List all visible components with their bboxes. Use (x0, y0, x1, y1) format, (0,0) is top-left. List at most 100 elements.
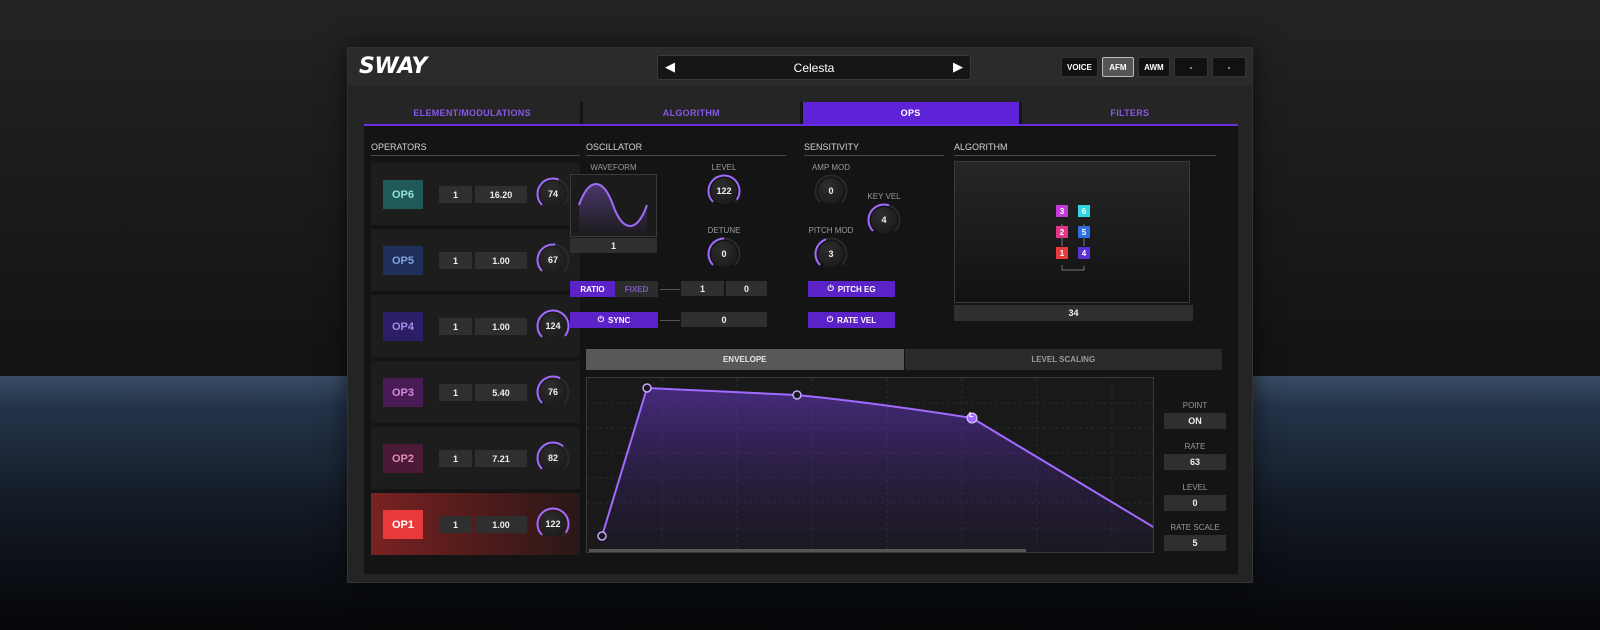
pitch-mod-knob[interactable]: 3 (814, 237, 848, 271)
algorithm-op2-box: 2 (1056, 226, 1068, 238)
tab-level-scaling[interactable]: LEVEL SCALING (904, 349, 1222, 370)
operator-badge[interactable]: OP5 (383, 246, 423, 275)
operator-level-value: 67 (540, 247, 566, 273)
operator-fine[interactable]: 16.20 (475, 186, 527, 203)
detune-knob[interactable]: 0 (707, 237, 741, 271)
operator-level-knob[interactable]: 82 (536, 441, 570, 475)
operator-list: OP6 1 16.20 74 OP5 1 1.00 67 OP4 1 1.00 (371, 163, 580, 559)
operator-coarse[interactable]: 1 (439, 516, 472, 533)
operator-badge[interactable]: OP6 (383, 180, 423, 209)
preset-name[interactable]: Celesta (658, 61, 970, 75)
waveform-value[interactable]: 1 (570, 238, 657, 253)
rate-vel-label: RATE VEL (837, 315, 877, 325)
rate-scale-value[interactable]: 5 (1164, 535, 1226, 551)
level-label: LEVEL (711, 163, 737, 172)
sync-value[interactable]: 0 (681, 312, 767, 327)
key-vel-value: 4 (871, 207, 897, 233)
detune-label: DETUNE (707, 226, 741, 235)
preset-selector[interactable]: ◀ Celesta ▶ (657, 55, 971, 80)
algorithm-connections (1061, 224, 1085, 271)
waveform-display[interactable] (570, 174, 657, 237)
operator-level-knob[interactable]: 124 (536, 309, 570, 343)
operator-coarse[interactable]: 1 (439, 450, 472, 467)
mode-button-voice[interactable]: VOICE (1061, 57, 1098, 77)
tab-ops[interactable]: OPS (802, 102, 1019, 124)
operator-level-knob[interactable]: 76 (536, 375, 570, 409)
operator-coarse[interactable]: 1 (439, 252, 472, 269)
operator-badge[interactable]: OP1 (383, 510, 423, 539)
operator-level-knob[interactable]: 122 (536, 507, 570, 541)
point-value[interactable]: ON (1164, 413, 1226, 429)
env-level-value[interactable]: 0 (1164, 495, 1226, 511)
level-knob[interactable]: 122 (707, 174, 741, 208)
operator-row-op1[interactable]: OP1 1 1.00 122 (371, 493, 580, 555)
power-icon: ⏻ (826, 315, 834, 324)
operator-level-knob[interactable]: 67 (536, 243, 570, 277)
operator-fine[interactable]: 1.00 (475, 252, 527, 269)
waveform-label: WAVEFORM (590, 163, 637, 172)
envelope-tabs: ENVELOPE LEVEL SCALING (586, 349, 1222, 370)
operator-fine[interactable]: 7.21 (475, 450, 527, 467)
app-logo: SWAY (359, 54, 427, 79)
plugin-window: SWAY ◀ Celesta ▶ VOICE AFM AWM - - ELEME… (347, 47, 1253, 583)
operator-row-op6[interactable]: OP6 1 16.20 74 (371, 163, 580, 225)
fixed-button[interactable]: FIXED (615, 281, 658, 297)
tab-filters[interactable]: FILTERS (1021, 102, 1238, 124)
detune-value: 0 (711, 241, 737, 267)
operator-coarse[interactable]: 1 (439, 384, 472, 401)
operator-row-op2[interactable]: OP2 1 7.21 82 (371, 427, 580, 489)
operator-badge[interactable]: OP2 (383, 444, 423, 473)
power-icon: ⏻ (597, 315, 605, 324)
ratio-coarse-value[interactable]: 1 (681, 281, 724, 296)
rate-scale-control: RATE SCALE 5 (1164, 523, 1226, 551)
sync-label: SYNC (608, 315, 631, 325)
operator-fine[interactable]: 5.40 (475, 384, 527, 401)
mode-button-slot-4[interactable]: - (1173, 57, 1208, 77)
key-vel-knob[interactable]: 4 (867, 203, 901, 237)
operator-level-value: 74 (540, 181, 566, 207)
main-panel: ELEMENT/MODULATIONS ALGORITHM OPS FILTER… (364, 102, 1238, 574)
envelope-graph[interactable]: L (586, 377, 1154, 553)
operator-coarse[interactable]: 1 (439, 186, 472, 203)
pitch-eg-label: PITCH EG (837, 284, 876, 294)
amp-mod-label: AMP MOD (811, 163, 851, 172)
pitch-mod-value: 3 (818, 241, 844, 267)
rate-value[interactable]: 63 (1164, 454, 1226, 470)
level-control: LEVEL 0 (1164, 483, 1226, 511)
sync-button[interactable]: ⏻ SYNC (570, 312, 658, 328)
algorithm-display[interactable]: 3 6 2 5 1 4 (954, 161, 1190, 303)
mode-button-slot-5[interactable]: - (1211, 57, 1246, 77)
mode-button-afm[interactable]: AFM (1101, 57, 1134, 77)
rate-vel-button[interactable]: ⏻ RATE VEL (808, 312, 895, 328)
point-label: POINT (1182, 401, 1208, 410)
algorithm-op3-box: 3 (1056, 205, 1068, 217)
ratio-fine-value[interactable]: 0 (726, 281, 767, 296)
point-control: POINT ON (1164, 401, 1226, 429)
tab-algorithm[interactable]: ALGORITHM (583, 102, 800, 124)
pitch-eg-button[interactable]: ⏻ PITCH EG (808, 281, 895, 297)
ratio-button[interactable]: RATIO (570, 281, 615, 297)
tab-element-modulations[interactable]: ELEMENT/MODULATIONS (364, 102, 581, 124)
operator-fine[interactable]: 1.00 (475, 318, 527, 335)
algorithm-number[interactable]: 34 (954, 305, 1193, 321)
operator-fine[interactable]: 1.00 (475, 516, 527, 533)
operator-level-knob[interactable]: 74 (536, 177, 570, 211)
tab-bar: ELEMENT/MODULATIONS ALGORITHM OPS FILTER… (364, 102, 1238, 126)
algorithm-op6-box: 6 (1078, 205, 1090, 217)
operator-row-op5[interactable]: OP5 1 1.00 67 (371, 229, 580, 291)
loop-marker-icon: L (969, 412, 974, 419)
operator-level-value: 124 (540, 313, 566, 339)
next-preset-icon[interactable]: ▶ (953, 59, 963, 75)
algorithm-op5-box: 5 (1078, 226, 1090, 238)
operator-badge[interactable]: OP4 (383, 312, 423, 341)
key-vel-label: KEY VEL (867, 192, 901, 201)
amp-mod-knob[interactable]: 0 (814, 174, 848, 208)
oscillator-heading: OSCILLATOR (586, 142, 786, 156)
operator-coarse[interactable]: 1 (439, 318, 472, 335)
mode-button-awm[interactable]: AWM (1137, 57, 1170, 77)
operator-row-op4[interactable]: OP4 1 1.00 124 (371, 295, 580, 357)
tab-envelope[interactable]: ENVELOPE (586, 349, 904, 370)
operator-badge[interactable]: OP3 (383, 378, 423, 407)
operator-row-op3[interactable]: OP3 1 5.40 76 (371, 361, 580, 423)
algorithm-op1-box: 1 (1056, 247, 1068, 259)
